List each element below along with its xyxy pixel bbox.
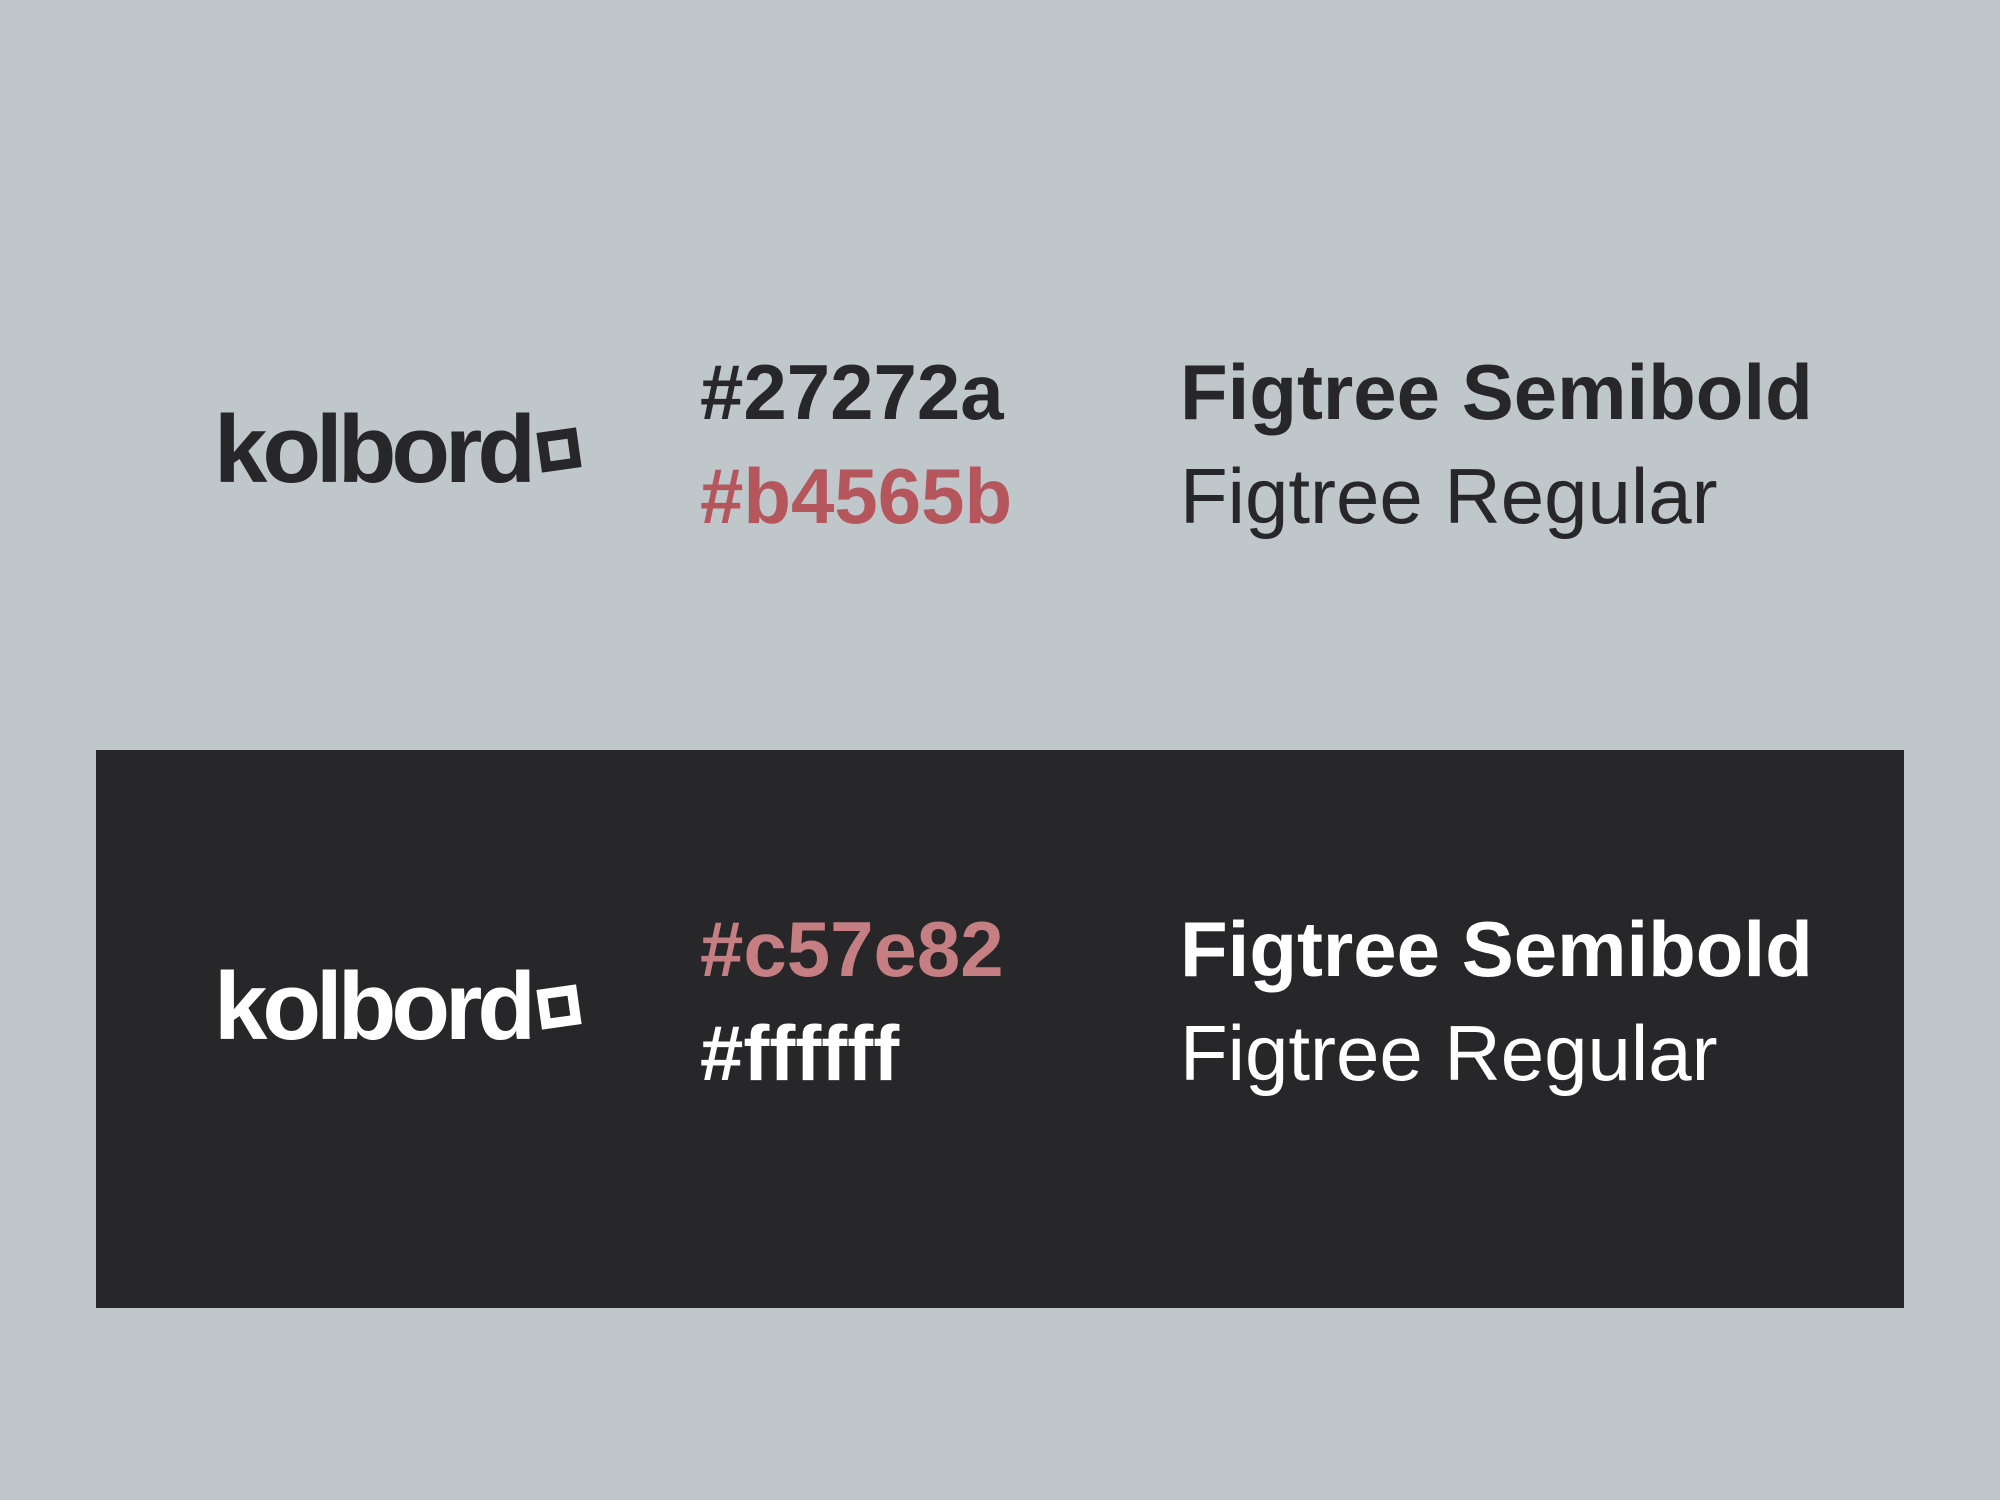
brand-logo-dark: kolbord bbox=[214, 953, 582, 1060]
color-swatches-dark: #c57e82 #ffffff bbox=[700, 897, 1004, 1105]
accent-color-label: #b4565b bbox=[700, 452, 1013, 540]
color-swatches-light: #27272a #b4565b bbox=[700, 340, 1012, 548]
light-theme-row: kolbord #27272a #b4565b Figtree Semibold… bbox=[0, 340, 2000, 580]
logo-square-icon bbox=[536, 427, 582, 473]
font-specimens-light: Figtree Semibold Figtree Regular bbox=[1180, 340, 1813, 548]
primary-color-label: #27272a bbox=[700, 348, 1004, 436]
font-regular-label: Figtree Regular bbox=[1180, 1009, 1718, 1097]
font-regular-label: Figtree Regular bbox=[1180, 452, 1718, 540]
font-semibold-label: Figtree Semibold bbox=[1180, 905, 1813, 993]
logo-square-icon bbox=[536, 984, 582, 1030]
accent-color-label: #c57e82 bbox=[700, 905, 1004, 993]
font-semibold-label: Figtree Semibold bbox=[1180, 348, 1813, 436]
logo-wordmark: kolbord bbox=[214, 953, 536, 1060]
dark-theme-panel: kolbord #c57e82 #ffffff Figtree Semibold… bbox=[96, 750, 1904, 1308]
brand-logo-light: kolbord bbox=[214, 396, 582, 503]
font-specimens-dark: Figtree Semibold Figtree Regular bbox=[1180, 897, 1813, 1105]
primary-color-label: #ffffff bbox=[700, 1009, 900, 1097]
logo-wordmark: kolbord bbox=[214, 396, 536, 503]
